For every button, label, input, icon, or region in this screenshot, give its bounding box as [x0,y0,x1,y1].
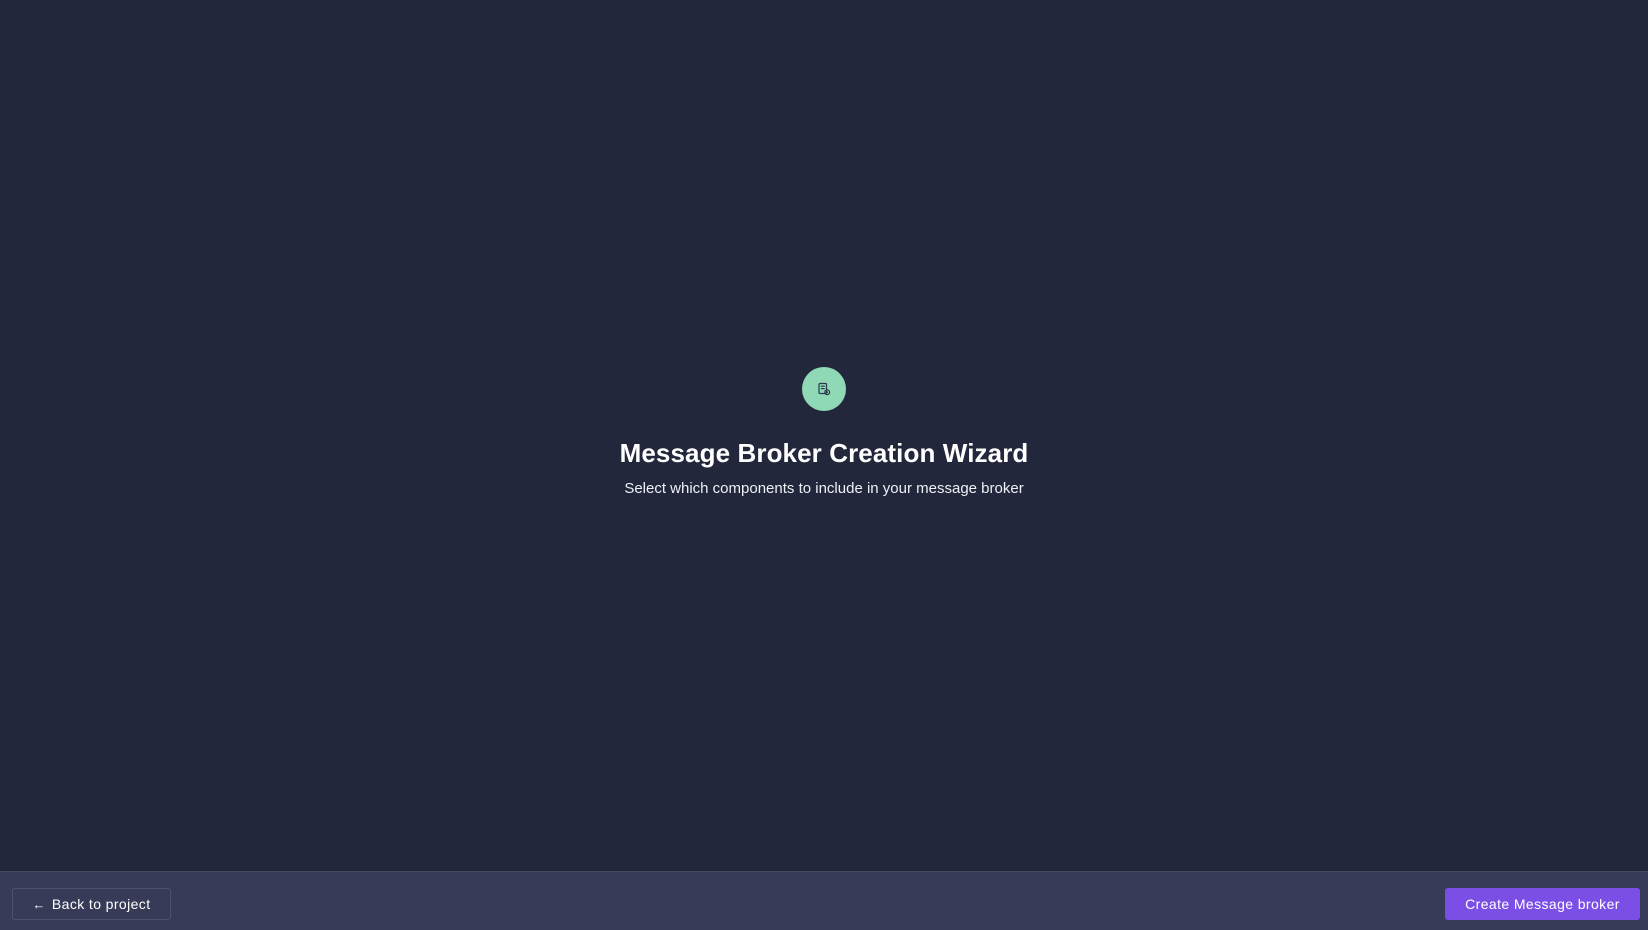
wizard-hero: Message Broker Creation Wizard Select wh… [0,367,1648,499]
arrow-left-icon: ← [32,896,46,912]
create-button-label: Create Message broker [1465,896,1620,912]
page-title: Message Broker Creation Wizard [619,438,1029,468]
create-message-broker-button[interactable]: Create Message broker [1445,888,1640,920]
page-subtitle: Select which components to include in yo… [624,480,1024,497]
message-broker-icon [802,367,846,411]
back-to-project-button[interactable]: ← Back to project [12,888,171,920]
wizard-main-area: Message Broker Creation Wizard Select wh… [0,0,1648,871]
wizard-footer: ← Back to project Create Message broker [0,871,1648,930]
back-button-label: Back to project [51,896,151,912]
